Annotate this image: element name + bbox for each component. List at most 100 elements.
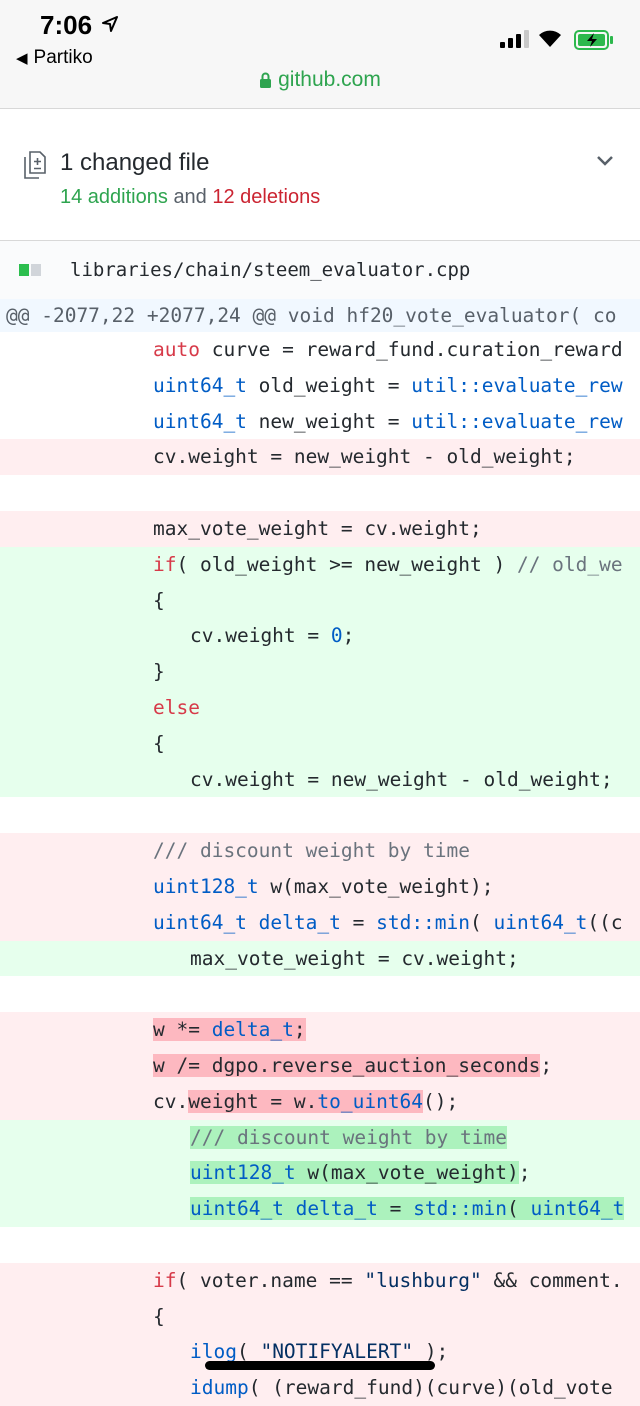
diff-line-del: uint128_t w(max_vote_weight); bbox=[0, 868, 640, 905]
code-text: uint64_t new_weight = util::evaluate_rew bbox=[153, 410, 623, 433]
code-token: cv.weight = new_weight - old_weight; bbox=[153, 445, 576, 469]
code-text: max_vote_weight = cv.weight; bbox=[153, 947, 519, 970]
code-token: old_weight = bbox=[246, 373, 412, 397]
diff-line-add: cv.weight = new_weight - old_weight; bbox=[0, 761, 640, 798]
code-token: ; bbox=[293, 1018, 306, 1042]
code-token: w(max_vote_weight) bbox=[295, 1161, 519, 1185]
code-token: ( bbox=[236, 1340, 261, 1364]
address-bar[interactable]: github.com bbox=[0, 68, 640, 92]
code-text: cv.weight = new_weight - old_weight; bbox=[153, 768, 613, 791]
diff-view: @@ -2077,22 +2077,24 @@ void hf20_vote_e… bbox=[0, 299, 640, 1406]
additions-count: 14 additions bbox=[60, 186, 168, 208]
diff-line-del: { bbox=[0, 1298, 640, 1335]
code-text: uint128_t w(max_vote_weight); bbox=[153, 1161, 531, 1185]
diff-line-del: idump( (reward_fund)(curve)(old_vote bbox=[0, 1370, 640, 1406]
code-text: cv.weight = 0; bbox=[153, 624, 354, 647]
code-text: { bbox=[153, 732, 165, 755]
code-token: (); bbox=[423, 1089, 459, 1113]
file-path[interactable]: libraries/chain/steem_evaluator.cpp bbox=[70, 259, 470, 281]
diff-line-add: uint128_t w(max_vote_weight); bbox=[0, 1155, 640, 1192]
code-token: = bbox=[340, 910, 377, 934]
code-token: delta_t bbox=[211, 1018, 294, 1042]
code-text: w *= delta_t; bbox=[153, 1018, 306, 1042]
code-text: max_vote_weight = cv.weight; bbox=[153, 517, 482, 540]
diff-line-del: /// discount weight by time bbox=[0, 833, 640, 869]
code-token: delta_t bbox=[258, 910, 341, 934]
code-text: ilog( "NOTIFYALERT" ); bbox=[153, 1340, 448, 1363]
code-token: curve = reward_fund.curation_reward bbox=[199, 338, 623, 361]
code-text: /// discount weight by time bbox=[153, 839, 470, 862]
code-token: ; bbox=[518, 1161, 531, 1185]
wifi-icon bbox=[539, 30, 561, 47]
diff-line-add: if( old_weight >= new_weight ) // old_we bbox=[0, 546, 640, 583]
code-token: w /= dgpo.reverse_auction_seconds bbox=[153, 1053, 541, 1077]
code-token: { bbox=[153, 1304, 165, 1328]
file-header[interactable]: libraries/chain/steem_evaluator.cpp bbox=[0, 241, 640, 300]
battery-charging-icon bbox=[574, 30, 613, 50]
diff-line-add: } bbox=[0, 654, 640, 690]
code-text: { bbox=[153, 589, 165, 612]
location-arrow-icon bbox=[102, 16, 118, 32]
code-text: } bbox=[153, 660, 165, 683]
code-token: ; bbox=[342, 624, 355, 648]
code-token: ( bbox=[507, 1197, 531, 1221]
changed-files-count: 1 changed file bbox=[60, 149, 210, 176]
code-text: cv.weight = new_weight - old_weight; bbox=[153, 445, 576, 468]
diff-line-ctx: uint64_t new_weight = util::evaluate_rew bbox=[0, 403, 640, 440]
back-to-app-link[interactable]: ◀ Partiko bbox=[16, 47, 93, 69]
diff-stats: 14 additions and 12 deletions bbox=[60, 186, 320, 209]
code-text: uint64_t old_weight = util::evaluate_rew bbox=[153, 374, 623, 397]
code-token: ((c bbox=[587, 910, 623, 934]
code-text: if( old_weight >= new_weight ) // old_we bbox=[153, 553, 623, 576]
code-text: auto curve = reward_fund.curation_reward bbox=[153, 338, 623, 361]
clock: 7:06 bbox=[40, 10, 93, 40]
files-changed-summary[interactable]: 1 changed file 14 additions and 12 delet… bbox=[0, 109, 640, 241]
code-text: if( voter.name == "lushburg" && comment. bbox=[153, 1269, 623, 1292]
code-token: 0 bbox=[330, 624, 343, 648]
code-text: uint64_t delta_t = std::min( uint64_t((c bbox=[153, 911, 623, 934]
back-triangle-icon: ◀ bbox=[16, 50, 28, 67]
code-token: /// discount weight by time bbox=[190, 1125, 507, 1149]
code-token: max_vote_weight = cv.weight; bbox=[153, 516, 482, 540]
cellular-signal-icon bbox=[500, 30, 530, 48]
code-token: if bbox=[153, 1268, 177, 1292]
diff-line-add: /// discount weight by time bbox=[0, 1119, 640, 1156]
diff-line-ctx: auto curve = reward_fund.curation_reward bbox=[0, 332, 640, 368]
diff-line-del: max_vote_weight = cv.weight; bbox=[0, 510, 640, 547]
code-text: /// discount weight by time bbox=[153, 1125, 507, 1149]
code-token: = bbox=[377, 1197, 414, 1221]
code-text: idump( (reward_fund)(curve)(old_vote bbox=[153, 1376, 613, 1399]
diff-line-del: if( voter.name == "lushburg" && comment. bbox=[0, 1262, 640, 1299]
code-token: ( old_weight >= new_weight ) bbox=[176, 552, 517, 576]
code-text: else bbox=[153, 696, 200, 719]
diff-line-del: w /= dgpo.reverse_auction_seconds; bbox=[0, 1047, 640, 1084]
code-token: { bbox=[153, 588, 165, 612]
code-token: idump bbox=[190, 1376, 249, 1400]
chevron-down-icon[interactable] bbox=[596, 155, 614, 167]
code-token: weight = w. bbox=[188, 1089, 318, 1113]
diff-line-ctx: uint64_t old_weight = util::evaluate_rew bbox=[0, 367, 640, 404]
diff-lines: auto curve = reward_fund.curation_reward… bbox=[0, 332, 640, 1406]
diff-line-del: cv.weight = new_weight - old_weight; bbox=[0, 439, 640, 476]
diff-line-add: uint64_t delta_t = std::min( uint64_t bbox=[0, 1191, 640, 1227]
code-token: // old_we bbox=[516, 552, 623, 576]
code-token: if bbox=[153, 552, 177, 576]
code-token: uint64_t bbox=[530, 1197, 625, 1221]
code-token: util::evaluate_rew bbox=[411, 409, 623, 433]
diff-line-add: { bbox=[0, 725, 640, 762]
code-token: w(max_vote_weight); bbox=[258, 874, 494, 898]
code-token: else bbox=[153, 695, 200, 719]
code-token: ; bbox=[540, 1053, 553, 1077]
code-token: cv.weight = bbox=[190, 624, 331, 648]
code-token: uint64_t bbox=[190, 1197, 284, 1221]
diff-line-del: cv.weight = w.to_uint64(); bbox=[0, 1083, 640, 1120]
url-text: github.com bbox=[278, 68, 381, 91]
diff-line-del: uint64_t delta_t = std::min( uint64_t((c bbox=[0, 904, 640, 941]
code-token: std::min bbox=[376, 910, 471, 934]
diff-line-ctx bbox=[0, 475, 640, 511]
code-text: uint64_t delta_t = std::min( uint64_t bbox=[153, 1197, 625, 1221]
home-indicator bbox=[205, 1361, 435, 1370]
code-token: w *= bbox=[153, 1018, 212, 1042]
code-token: ( (reward_fund)(curve)(old_vote bbox=[248, 1376, 613, 1400]
diffstat-bar bbox=[19, 263, 43, 281]
